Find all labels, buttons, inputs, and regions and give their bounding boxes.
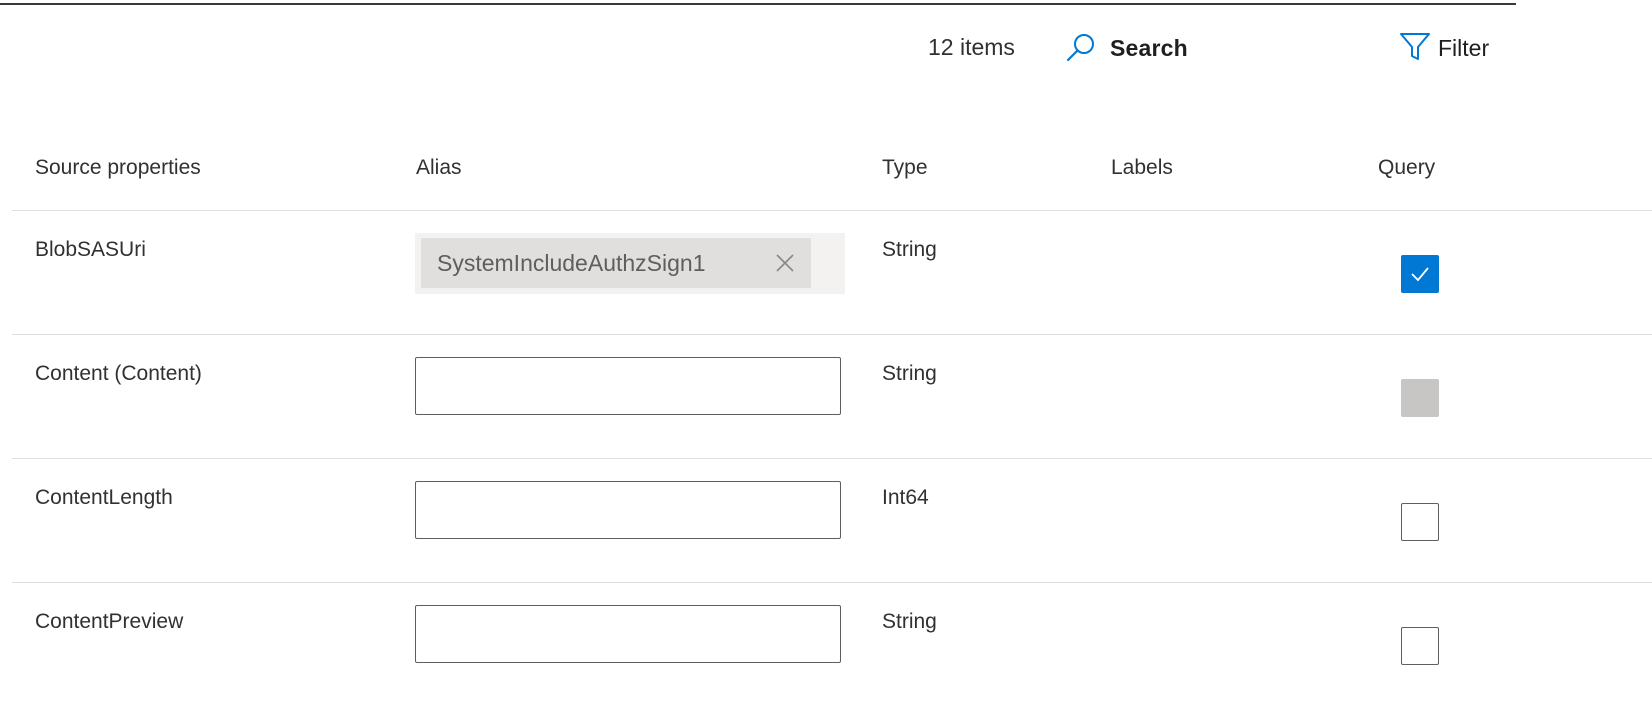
source-property: BlobSASUri [35,238,146,261]
data-type: Int64 [882,486,929,509]
filter-label: Filter [1438,34,1490,61]
close-icon[interactable] [773,251,797,275]
search-label: Search [1110,34,1188,61]
query-checkbox[interactable] [1401,255,1439,293]
column-header-alias[interactable]: Alias [416,156,462,180]
alias-tag: SystemIncludeAuthzSign1 [421,238,811,288]
query-checkbox [1401,379,1439,417]
column-header-type[interactable]: Type [882,156,928,180]
query-checkbox[interactable] [1401,627,1439,665]
alias-input[interactable] [415,605,841,663]
data-type: String [882,362,937,385]
source-property: ContentLength [35,486,173,509]
source-property: Content (Content) [35,362,202,385]
command-bar: 12 items Search Filter [0,28,1652,72]
data-type: String [882,238,937,261]
alias-input[interactable] [415,357,841,415]
search-icon [1064,31,1098,65]
source-property: ContentPreview [35,610,184,633]
item-count: 12 items [928,34,1015,60]
data-type: String [882,610,937,633]
alias-input[interactable] [415,481,841,539]
table-row: BlobSASUri SystemIncludeAuthzSign1 Strin… [12,211,1652,335]
column-header-query[interactable]: Query [1378,156,1435,180]
alias-tag-text: SystemIncludeAuthzSign1 [437,249,706,276]
table-header: Source properties Alias Type Labels Quer… [12,130,1652,211]
checkmark-icon [1411,267,1429,282]
table-row: ContentPreview String [12,583,1652,706]
table-row: ContentLength Int64 [12,459,1652,583]
filter-button[interactable]: Filter [1398,30,1489,66]
query-checkbox[interactable] [1401,503,1439,541]
alias-tag-picker[interactable]: SystemIncludeAuthzSign1 [415,233,845,294]
column-header-source[interactable]: Source properties [35,156,201,180]
table-row: Content (Content) String [12,335,1652,459]
filter-icon [1398,29,1432,68]
column-header-labels[interactable]: Labels [1111,156,1173,180]
top-divider [0,3,1516,5]
field-mapping-table: Source properties Alias Type Labels Quer… [0,130,1652,706]
search-button[interactable]: Search [1064,30,1188,66]
